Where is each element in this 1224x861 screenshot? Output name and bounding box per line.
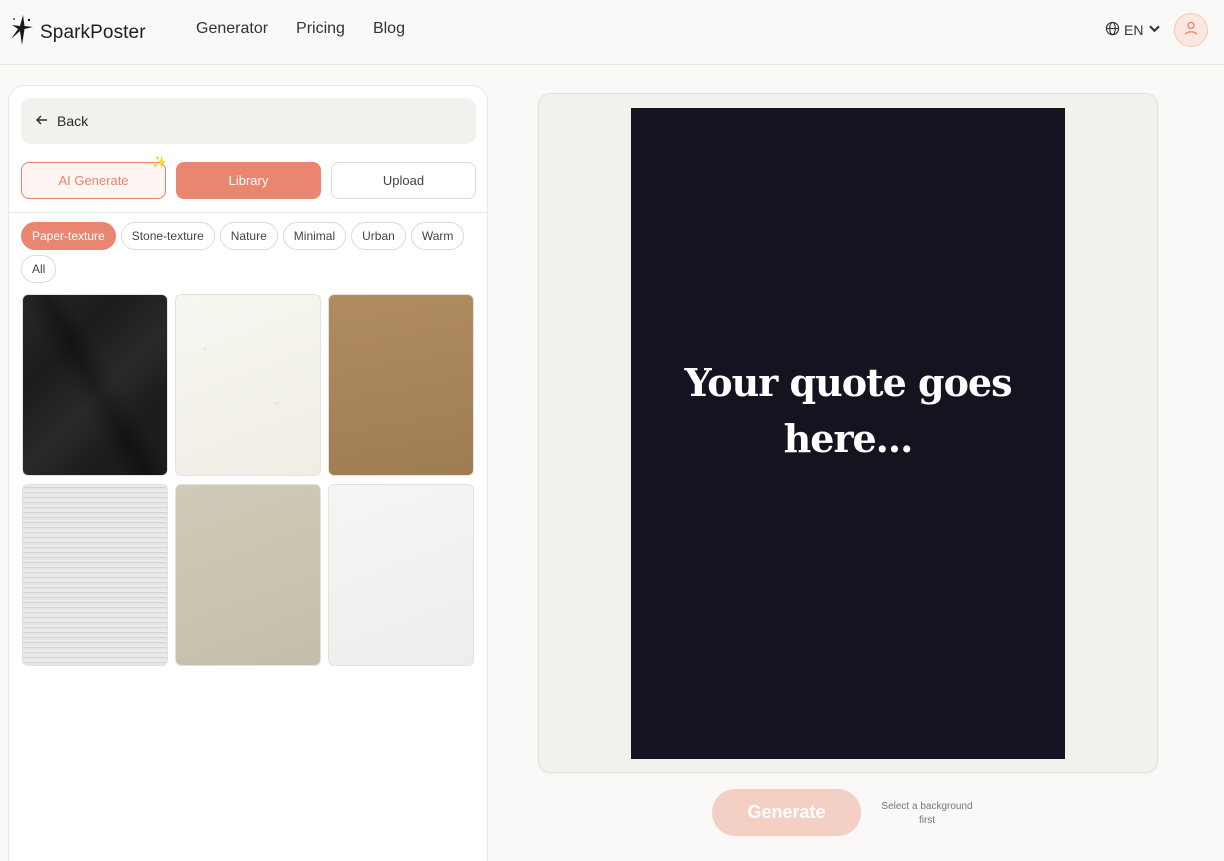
generate-button[interactable]: Generate xyxy=(712,789,861,836)
arrow-left-icon xyxy=(35,113,49,130)
poster-canvas[interactable]: Your quote goes here... xyxy=(631,108,1065,759)
tab-library-label: Library xyxy=(228,173,269,188)
texture-grid xyxy=(22,294,474,666)
chevron-down-icon xyxy=(1147,21,1162,39)
back-button[interactable]: Back xyxy=(21,98,476,144)
tab-library[interactable]: Library xyxy=(176,162,321,199)
tab-ai-generate-label: AI Generate xyxy=(58,173,129,188)
background-picker-panel: Back AI Generate ✨ Library Upload Paper-… xyxy=(8,85,488,861)
category-chip-nature[interactable]: Nature xyxy=(219,222,278,250)
category-chip-paper-texture[interactable]: Paper-texture xyxy=(21,222,116,250)
panel-divider xyxy=(9,212,487,213)
category-chip-warm[interactable]: Warm xyxy=(410,222,465,250)
top-header: SparkPoster Generator Pricing Blog EN xyxy=(0,0,1224,65)
category-chip-urban[interactable]: Urban xyxy=(351,222,406,250)
language-code: EN xyxy=(1124,22,1144,38)
category-chip-minimal[interactable]: Minimal xyxy=(282,222,347,250)
texture-kraft-brown-paper[interactable] xyxy=(328,294,474,476)
main-nav: Generator Pricing Blog xyxy=(196,20,405,38)
poster-preview-frame: Your quote goes here... xyxy=(538,93,1158,773)
texture-black-crumpled-paper[interactable] xyxy=(22,294,168,476)
language-selector[interactable]: EN xyxy=(1105,21,1162,39)
brand-logo[interactable]: SparkPoster xyxy=(10,14,146,51)
user-avatar-button[interactable] xyxy=(1174,13,1208,47)
spark-logo-icon xyxy=(10,14,34,51)
category-chip-all[interactable]: All xyxy=(21,255,57,283)
category-chip-stone-texture[interactable]: Stone-texture xyxy=(120,222,215,250)
sparkle-icon: ✨ xyxy=(152,155,167,169)
poster-quote-text: Your quote goes here... xyxy=(684,359,1012,461)
nav-pricing[interactable]: Pricing xyxy=(296,20,345,38)
tab-upload-label: Upload xyxy=(382,173,425,188)
tab-ai-generate[interactable]: AI Generate ✨ xyxy=(21,155,167,199)
source-tabs: AI Generate ✨ Library Upload xyxy=(21,155,476,199)
texture-off-white-speckled-paper[interactable] xyxy=(175,294,321,476)
back-label: Back xyxy=(57,113,89,129)
texture-beige-recycled-paper[interactable] xyxy=(175,484,321,666)
nav-generator[interactable]: Generator xyxy=(196,20,268,38)
tab-upload[interactable]: Upload xyxy=(331,162,476,199)
texture-white-fine-paper[interactable] xyxy=(328,484,474,666)
texture-grey-fabric-paper[interactable] xyxy=(22,484,168,666)
brand-name: SparkPoster xyxy=(40,21,146,43)
user-icon xyxy=(1183,20,1199,41)
globe-icon xyxy=(1105,21,1120,39)
generate-hint: Select a background first xyxy=(881,801,973,826)
category-filters: Paper-texture Stone-texture Nature Minim… xyxy=(21,222,481,283)
nav-blog[interactable]: Blog xyxy=(373,20,405,38)
